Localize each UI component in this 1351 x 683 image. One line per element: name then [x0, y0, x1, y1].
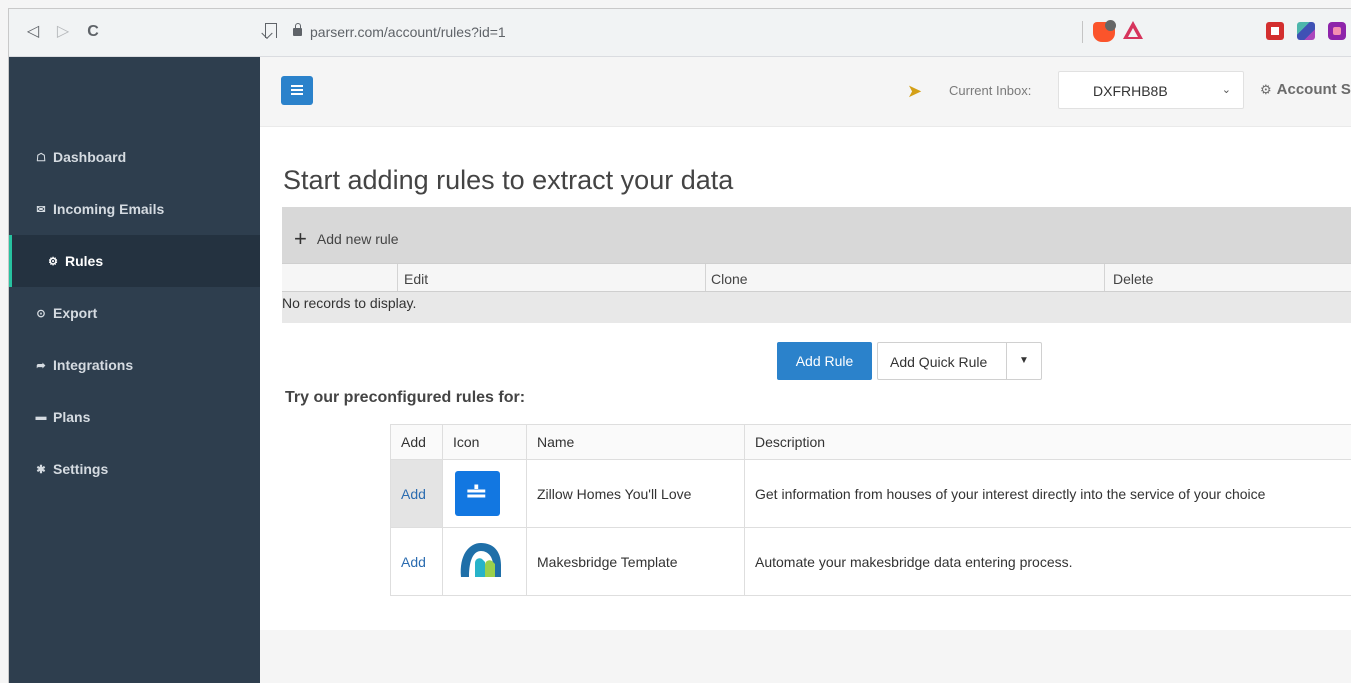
column-header-description: Description — [744, 424, 1351, 460]
column-divider — [397, 264, 398, 291]
share-icon: ➦ — [36, 359, 46, 372]
rule-name: Zillow Homes You'll Love — [526, 459, 745, 528]
top-bar: ➤ Current Inbox: DXFRHB8B ⌄ ⚙ Account S — [260, 57, 1351, 127]
reload-icon[interactable]: C — [83, 21, 103, 43]
card-icon: ▬ — [35, 411, 47, 423]
zillow-icon: ≐ — [455, 471, 500, 516]
sidebar-item-incoming-emails[interactable]: ✉ Incoming Emails — [9, 183, 260, 235]
address-bar[interactable]: parserr.com/account/rules?id=1 — [310, 22, 506, 42]
column-header-add: Add — [390, 424, 443, 460]
menu-line-icon — [291, 85, 303, 87]
main-content: ➤ Current Inbox: DXFRHB8B ⌄ ⚙ Account S S… — [260, 57, 1351, 683]
grid-toolbar: + Add new rule — [282, 207, 1351, 263]
icon-cell — [442, 527, 527, 596]
table-row: Add Makesbridge Template Automate your m… — [390, 527, 1351, 596]
brave-shield-icon[interactable] — [1093, 20, 1116, 42]
empty-grid-message: No records to display. — [282, 295, 417, 311]
add-new-rule-button[interactable]: + Add new rule — [294, 226, 399, 251]
extension-purple-icon[interactable] — [1328, 22, 1346, 40]
sidebar-item-rules[interactable]: ⚙ Rules — [9, 235, 260, 287]
sitemap-icon: ⚙ — [48, 255, 58, 268]
gear-icon: ✱ — [36, 463, 46, 476]
export-icon: ⊙ — [36, 307, 46, 320]
menu-toggle-button[interactable] — [281, 76, 313, 105]
add-new-rule-label: Add new rule — [316, 231, 399, 247]
menu-line-icon — [291, 93, 303, 95]
sidebar-item-label: Incoming Emails — [53, 201, 165, 217]
sidebar-item-dashboard[interactable]: ☖ Dashboard — [9, 131, 260, 183]
footer-area — [260, 630, 1351, 683]
inbox-select[interactable]: DXFRHB8B ⌄ — [1058, 71, 1244, 109]
sidebar-item-label: Plans — [53, 409, 91, 425]
browser-toolbar: ◁ ▷ C parserr.com/account/rules?id=1 — [9, 9, 1351, 57]
envelope-icon: ✉ — [36, 203, 46, 216]
gear-icon: ⚙ — [1260, 82, 1272, 97]
account-label: Account S — [1276, 81, 1351, 98]
forward-icon[interactable]: ▷ — [53, 21, 73, 43]
rule-description: Automate your makesbridge data entering … — [744, 527, 1351, 596]
toolbar-divider — [1082, 21, 1083, 43]
add-makesbridge-link[interactable]: Add — [390, 527, 443, 596]
chevron-down-icon: ⌄ — [1221, 84, 1231, 96]
column-header-icon: Icon — [442, 424, 527, 460]
shield-count-icon — [1105, 20, 1116, 31]
icon-cell: ≐ — [442, 459, 527, 528]
menu-line-icon — [291, 89, 303, 91]
sidebar-item-plans[interactable]: ▬ Plans — [9, 391, 260, 443]
lock-icon[interactable] — [293, 23, 302, 36]
column-header-edit[interactable]: Edit — [404, 271, 428, 287]
add-zillow-link[interactable]: Add — [390, 459, 443, 528]
current-inbox-label: Current Inbox: — [949, 83, 1032, 98]
sidebar-item-integrations[interactable]: ➦ Integrations — [9, 339, 260, 391]
add-quick-rule-button[interactable]: Add Quick Rule ▼ — [877, 342, 1042, 380]
sidebar-item-label: Integrations — [53, 357, 134, 373]
sidebar: ☖ Dashboard ✉ Incoming Emails ⚙ Rules ⊙ … — [9, 57, 260, 683]
rule-description: Get information from houses of your inte… — [744, 459, 1351, 528]
inbox-select-value: DXFRHB8B — [1093, 83, 1168, 99]
sidebar-item-label: Dashboard — [53, 149, 127, 165]
rules-grid: + Add new rule Edit Clone Delete No reco… — [282, 207, 1351, 323]
sidebar-item-label: Settings — [53, 461, 109, 477]
column-header-name: Name — [526, 424, 745, 460]
column-divider — [705, 264, 706, 291]
sidebar-item-label: Export — [53, 305, 98, 321]
table-row: Add ≐ Zillow Homes You'll Love Get infor… — [390, 459, 1351, 528]
account-settings-link[interactable]: ⚙ Account S — [1260, 81, 1351, 98]
browser-window: ◁ ▷ C parserr.com/account/rules?id=1 ☖ D… — [8, 8, 1351, 683]
bird-logo-icon: ➤ — [907, 81, 923, 101]
preconfigured-rules-table: Add Icon Name Description Add ≐ Zillow H… — [390, 424, 1351, 596]
rule-name: Makesbridge Template — [526, 527, 745, 596]
sidebar-item-label: Rules — [65, 253, 104, 269]
add-rule-button[interactable]: Add Rule — [777, 342, 872, 380]
table-header-row: Add Icon Name Description — [390, 424, 1351, 460]
makesbridge-icon — [460, 543, 501, 577]
add-quick-rule-label: Add Quick Rule — [890, 354, 988, 370]
column-divider — [1104, 264, 1105, 291]
caret-down-icon[interactable]: ▼ — [1006, 343, 1041, 379]
back-icon[interactable]: ◁ — [23, 21, 43, 43]
extension-color-icon[interactable] — [1297, 22, 1315, 40]
sidebar-item-settings[interactable]: ✱ Settings — [9, 443, 260, 495]
brave-rewards-icon[interactable] — [1123, 21, 1143, 39]
grid-header: Edit Clone Delete — [282, 263, 1351, 292]
sidebar-item-export[interactable]: ⊙ Export — [9, 287, 260, 339]
column-header-delete[interactable]: Delete — [1113, 271, 1153, 287]
plus-icon: + — [294, 226, 307, 251]
preconfigured-title: Try our preconfigured rules for: — [285, 389, 526, 406]
extension-red-icon[interactable] — [1266, 22, 1284, 40]
column-header-clone[interactable]: Clone — [711, 271, 748, 287]
bookmark-icon[interactable] — [265, 23, 277, 38]
home-icon: ☖ — [36, 151, 46, 164]
page-title: Start adding rules to extract your data — [283, 165, 734, 195]
